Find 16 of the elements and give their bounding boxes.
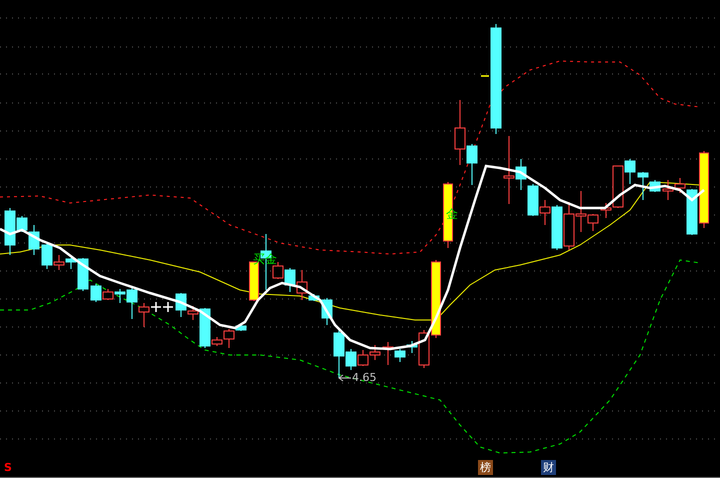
- signal-marker: S: [4, 462, 12, 473]
- candlestick: [528, 184, 538, 216]
- candlestick: [138, 302, 150, 328]
- candlestick: [151, 302, 161, 312]
- candlestick: [322, 298, 332, 326]
- price-tick: [481, 75, 489, 77]
- candlestick: [662, 180, 674, 200]
- candlestick: [284, 268, 296, 292]
- leader-arrow: [338, 374, 352, 382]
- panel-tab[interactable]: 榜: [478, 460, 493, 475]
- candlestick: [564, 202, 574, 250]
- low-price-label: 4.65: [352, 372, 376, 383]
- panel-tab[interactable]: 财: [540, 460, 556, 475]
- candlestick: [370, 344, 380, 360]
- candlestick: [163, 302, 173, 312]
- candlestick: [358, 350, 368, 366]
